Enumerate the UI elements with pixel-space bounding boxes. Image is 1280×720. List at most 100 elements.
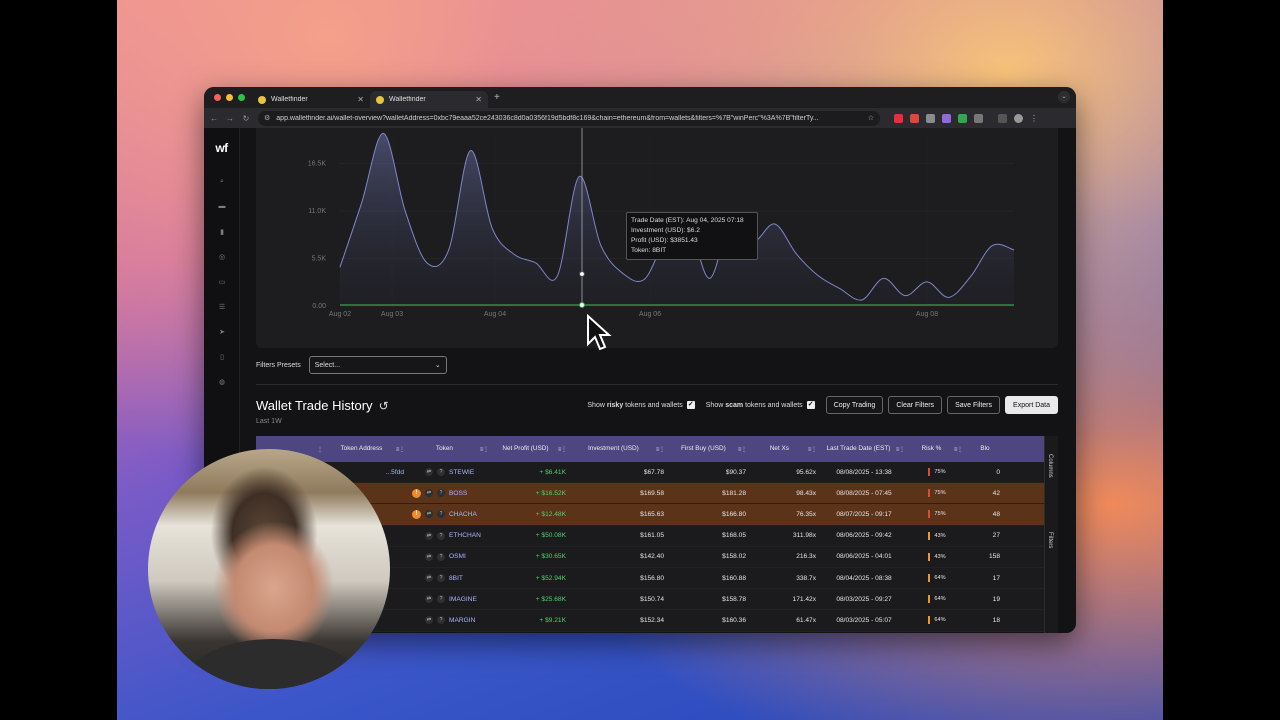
close-tab-icon[interactable]: ✕ [475,95,482,104]
token-name-link[interactable]: BOSS [449,490,467,497]
column-header[interactable]: Investment (USD) ≡ ⋮ [570,436,668,462]
column-menu-icon[interactable]: ≡ ⋮ [396,446,405,453]
risky-checkbox[interactable]: ✓ [686,401,695,409]
target-icon[interactable]: ◎ [204,244,240,269]
site-info-icon[interactable]: ⚙ [264,114,270,122]
first-buy-cell: $160.36 [722,616,746,624]
browser-tab-2[interactable]: Walletfinder ✕ [370,91,488,108]
clipboard-icon[interactable]: ▯ [204,344,240,369]
column-header[interactable]: Last Trade Date (EST) ≡ ⋮ [820,436,908,462]
token-name-link[interactable]: MARGIN [449,617,475,624]
filters-side-tab[interactable]: Filters [1047,532,1053,548]
net-profit-cell: + $12.48K [535,510,566,518]
maximize-window-button[interactable] [238,94,245,101]
inbox-icon[interactable]: ▭ [204,269,240,294]
swap-icon[interactable]: ⇄ [425,531,433,540]
table-row[interactable]: ! ⇄? BOSS + $16.52K $169.58 $181.28 98.43x 08/0… [256,483,1058,505]
filters-presets: Filters Presets Select... ⌄ [256,356,447,374]
back-arrow-icon[interactable]: ← [210,114,218,123]
wallet-icon[interactable]: ▬ [204,194,240,219]
browser-menu-icon[interactable]: ⋮ [1030,114,1038,123]
last-trade-date-cell: 08/03/2025 - 09:27 [836,595,892,603]
minimize-window-button[interactable] [226,94,233,101]
column-menu-icon[interactable]: ≡ ⋮ [896,446,905,453]
forward-arrow-icon[interactable]: → [226,114,234,123]
swap-icon[interactable]: ⇄ [425,574,433,583]
last-trade-date-cell: 08/03/2025 - 05:07 [836,616,892,624]
risk-value: 64% [934,617,946,624]
bookmark-star-icon[interactable]: ☆ [868,114,874,122]
risk-percent-cell: 64% [908,616,966,625]
copy-trading-button[interactable]: Copy Trading [825,396,884,414]
column-menu-icon[interactable]: ⋮ [317,446,323,453]
column-menu-icon[interactable]: ≡ ⋮ [808,446,817,453]
column-header[interactable]: Risk % ≡ ⋮ [908,436,966,462]
column-header[interactable]: Token Address ≡ ⋮ [326,436,408,462]
column-header[interactable]: Net Xs ≡ ⋮ [750,436,820,462]
scam-checkbox[interactable]: ✓ [806,401,815,409]
block-cell: 48 [992,510,1000,518]
download-icon[interactable] [998,113,1007,123]
extension-leaf-icon[interactable] [910,113,919,123]
column-menu-icon[interactable]: ≡ ⋮ [738,446,747,453]
extensions-puzzle-icon[interactable] [974,113,983,123]
send-icon[interactable]: ➤ [204,319,240,344]
column-header[interactable]: Net Profit (USD) ≡ ⋮ [492,436,570,462]
profile-avatar-icon[interactable] [1014,113,1023,123]
tab-title: Walletfinder [271,96,308,103]
net-profit-cell: + $50.08K [535,532,566,540]
block-cell: 19 [992,595,1000,603]
filters-presets-select[interactable]: Select... ⌄ [308,356,447,374]
scam-toggle[interactable]: Show scam tokens and wallets ✓ [706,401,815,409]
reload-icon[interactable]: ↻ [242,114,250,123]
token-name-link[interactable]: CHACHA [449,511,477,518]
swap-icon[interactable]: ⇄ [425,616,433,625]
close-window-button[interactable] [214,94,221,101]
token-name-link[interactable]: ETHCHAN [449,532,481,539]
list-icon[interactable]: ☰ [204,294,240,319]
swap-icon[interactable]: ⇄ [425,510,433,519]
column-header[interactable]: Token ≡ ⋮ [408,436,492,462]
url-field[interactable]: ⚙ app.walletfinder.ai/wallet-overview?wa… [258,110,880,126]
net-xs-cell: 98.43x [796,489,816,497]
history-clock-icon[interactable]: ↺ [379,399,389,413]
close-tab-icon[interactable]: ✕ [357,95,364,104]
document-icon[interactable]: ▮ [204,219,240,244]
risk-value: 64% [934,575,946,582]
export-data-button[interactable]: Export Data [1005,396,1058,414]
token-name-link[interactable]: STEWIE [449,469,474,476]
column-header[interactable]: First Buy (USD) ≡ ⋮ [668,436,750,462]
column-header[interactable]: Blo [966,436,1004,462]
save-filters-button[interactable]: Save Filters [947,396,1001,414]
columns-side-tab[interactable]: Columns [1047,454,1053,478]
swap-icon[interactable]: ⇄ [425,552,433,561]
walletfinder-logo[interactable]: wf [204,141,239,155]
tab-search-chevron-icon[interactable]: ⌄ [1058,91,1070,103]
token-name-link[interactable]: 8BIT [449,575,463,582]
swap-icon[interactable]: ⇄ [425,595,433,604]
clear-filters-button[interactable]: Clear Filters [888,396,943,414]
risk-indicator-bar [928,616,931,625]
extension-abp-icon[interactable] [894,113,903,123]
swap-icon[interactable]: ⇄ [425,489,433,498]
x-tick-label: Aug 04 [484,311,506,318]
tooltip-token: Token: 8BIT [631,247,667,254]
support-icon[interactable]: ◍ [204,369,240,394]
search-icon[interactable]: ⌕ [204,169,240,194]
extension-shield-icon[interactable] [926,113,935,123]
table-side-panel: Columns Filters [1044,436,1058,633]
browser-tab-1[interactable]: Walletfinder ✕ [252,91,370,108]
token-name-link[interactable]: IMAGINE [449,596,477,603]
column-menu-icon[interactable]: ≡ ⋮ [558,446,567,453]
token-name-link[interactable]: OSMI [449,553,466,560]
risky-toggle[interactable]: Show risky tokens and wallets ✓ [587,401,695,409]
net-profit-cell: + $6.41K [539,468,566,476]
swap-icon[interactable]: ⇄ [425,468,433,477]
extension-green-icon[interactable] [958,113,967,123]
extension-pen-icon[interactable] [942,113,951,123]
new-tab-icon[interactable]: + [494,92,500,103]
column-menu-icon[interactable]: ≡ ⋮ [954,446,963,453]
column-menu-icon[interactable]: ≡ ⋮ [480,446,489,453]
table-row[interactable]: ...5fdd ⇄? STEWIE + $6.41K $67.78 $90.37 95.62… [256,462,1058,484]
column-menu-icon[interactable]: ≡ ⋮ [656,446,665,453]
